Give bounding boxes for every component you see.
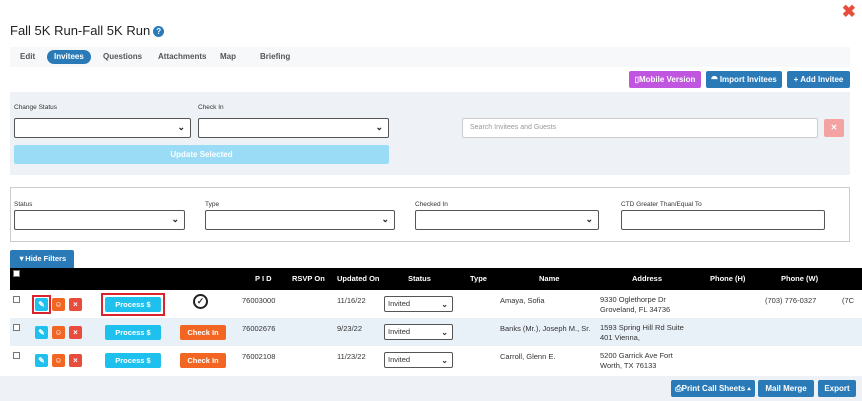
checked-in-icon: ✓ bbox=[193, 294, 208, 309]
clear-search-button[interactable]: ✕ bbox=[824, 119, 844, 137]
checked-in-filter-select[interactable]: ⌄ bbox=[415, 210, 599, 230]
status-select[interactable]: Invited ⌄ bbox=[384, 296, 453, 312]
status-filter-select[interactable]: ⌄ bbox=[14, 210, 185, 230]
check-in-label: Check In bbox=[198, 104, 224, 111]
type-filter-select[interactable]: ⌄ bbox=[205, 210, 395, 230]
change-status-label: Change Status bbox=[14, 104, 58, 111]
updated-cell: 11/23/22 bbox=[337, 352, 366, 361]
updated-cell: 11/16/22 bbox=[337, 296, 366, 305]
import-invitees-button[interactable]: ⯊ Import Invitees bbox=[706, 71, 782, 88]
tab-attachments[interactable]: Attachments bbox=[151, 50, 213, 64]
updated-cell: 9/23/22 bbox=[337, 324, 363, 333]
address-line2: Groveland, FL 34736 bbox=[600, 305, 671, 314]
col-status[interactable]: Status bbox=[408, 268, 431, 290]
table-row: ✎ ☺ × Process $ Check In 76002676 9/23/2… bbox=[10, 318, 862, 346]
check-in-select[interactable]: ⌄ bbox=[198, 118, 389, 138]
checked-in-filter-label: Checked In bbox=[415, 201, 448, 208]
chevron-down-icon: ⌄ bbox=[171, 214, 179, 224]
status-select[interactable]: Invited ⌄ bbox=[384, 352, 453, 368]
tab-invitees[interactable]: Invitees bbox=[47, 50, 91, 64]
select-all-checkbox[interactable] bbox=[13, 270, 20, 277]
search-input[interactable]: Search Invitees and Guests bbox=[462, 118, 818, 138]
address-line2: 401 Vienna, bbox=[600, 333, 640, 342]
tab-briefing[interactable]: Briefing bbox=[253, 50, 297, 64]
help-icon[interactable]: ? bbox=[153, 26, 165, 37]
change-status-select[interactable]: ⌄ bbox=[14, 118, 191, 138]
row-checkbox[interactable] bbox=[13, 352, 20, 359]
update-selected-button[interactable]: Update Selected bbox=[14, 145, 389, 164]
chevron-down-icon: ⌄ bbox=[585, 214, 593, 224]
ctd-filter-label: CTD Greater Than/Equal To bbox=[621, 201, 702, 208]
pid-cell: 76002108 bbox=[242, 352, 276, 361]
col-rsvp[interactable]: RSVP On bbox=[292, 268, 325, 290]
tab-edit[interactable]: Edit bbox=[13, 50, 42, 64]
tab-questions[interactable]: Questions bbox=[96, 50, 149, 64]
user-icon: ⯊ bbox=[711, 75, 720, 84]
chevron-down-icon: ⌄ bbox=[375, 122, 383, 132]
address-line1: 5200 Garrick Ave Fort bbox=[600, 351, 673, 360]
col-phone-w[interactable]: Phone (W) bbox=[781, 268, 818, 290]
status-filter-label: Status bbox=[14, 201, 33, 208]
ctd-filter-input[interactable] bbox=[621, 210, 825, 230]
edit-icon[interactable]: ✎ bbox=[35, 326, 48, 339]
chevron-down-icon: ⌄ bbox=[441, 356, 448, 365]
phone-w-cell: (703) 776-0327 bbox=[765, 296, 817, 305]
address-line1: 1593 Spring Hill Rd Suite bbox=[600, 323, 684, 332]
person-icon[interactable]: ☺ bbox=[52, 326, 65, 339]
table-header: P I D RSVP On Updated On Status Type Nam… bbox=[10, 268, 862, 290]
highlight-box bbox=[101, 293, 165, 316]
tab-bar: Edit Invitees Questions Attachments Map … bbox=[10, 47, 850, 67]
col-name[interactable]: Name bbox=[539, 268, 559, 290]
add-invitee-button[interactable]: + Add Invitee bbox=[787, 71, 850, 88]
close-icon[interactable]: ✖ bbox=[842, 2, 856, 22]
chevron-down-icon: ⌄ bbox=[381, 214, 389, 224]
name-cell: Amaya, Sofia bbox=[500, 296, 545, 305]
status-select[interactable]: Invited ⌄ bbox=[384, 324, 453, 340]
process-payment-button[interactable]: Process $ bbox=[105, 325, 161, 340]
page-title: Fall 5K Run-Fall 5K Run? bbox=[10, 23, 165, 38]
pid-cell: 76003000 bbox=[242, 296, 276, 305]
edit-icon[interactable]: ✎ bbox=[35, 354, 48, 367]
col-phone-h[interactable]: Phone (H) bbox=[710, 268, 745, 290]
chevron-down-icon: ⌄ bbox=[441, 328, 448, 337]
mobile-version-button[interactable]: ▯Mobile Version bbox=[629, 71, 701, 88]
type-filter-label: Type bbox=[205, 201, 220, 208]
chevron-down-icon: ⌄ bbox=[177, 122, 185, 132]
table-row: ✎ ☺ × Process $ Check In 76002108 11/23/… bbox=[10, 346, 862, 374]
hide-filters-button[interactable]: ▼Hide Filters bbox=[10, 250, 74, 268]
person-icon[interactable]: ☺ bbox=[52, 298, 65, 311]
col-updated[interactable]: Updated On bbox=[337, 268, 380, 290]
address-line2: Worth, TX 76133 bbox=[600, 361, 657, 370]
chevron-down-icon: ⌄ bbox=[441, 300, 448, 309]
overflow-cell: (7C bbox=[842, 296, 855, 305]
check-in-button[interactable]: Check In bbox=[180, 325, 226, 340]
table-row: ✎ ☺ × Process $ ✓ 76003000 11/16/22 Invi… bbox=[10, 290, 862, 318]
check-in-button[interactable]: Check In bbox=[180, 353, 226, 368]
process-payment-button[interactable]: Process $ bbox=[105, 353, 161, 368]
delete-icon[interactable]: × bbox=[69, 298, 82, 311]
col-address[interactable]: Address bbox=[632, 268, 662, 290]
name-cell: Carroll, Glenn E. bbox=[500, 352, 556, 361]
address-line1: 9330 Oglethorpe Dr bbox=[600, 295, 666, 304]
row-checkbox[interactable] bbox=[13, 296, 20, 303]
export-button[interactable]: Export bbox=[818, 380, 856, 397]
print-call-sheets-button[interactable]: ⎙Print Call Sheets ▴ bbox=[671, 380, 755, 397]
name-cell: Banks (Mr.), Joseph M., Sr. bbox=[500, 324, 591, 333]
pid-cell: 76002676 bbox=[242, 324, 276, 333]
row-checkbox[interactable] bbox=[13, 324, 20, 331]
person-icon[interactable]: ☺ bbox=[52, 354, 65, 367]
col-pid[interactable]: P I D bbox=[255, 268, 272, 290]
mail-merge-button[interactable]: Mail Merge bbox=[758, 380, 814, 397]
col-type[interactable]: Type bbox=[470, 268, 487, 290]
highlight-box bbox=[32, 295, 51, 314]
delete-icon[interactable]: × bbox=[69, 326, 82, 339]
delete-icon[interactable]: × bbox=[69, 354, 82, 367]
tab-map[interactable]: Map bbox=[213, 50, 243, 64]
